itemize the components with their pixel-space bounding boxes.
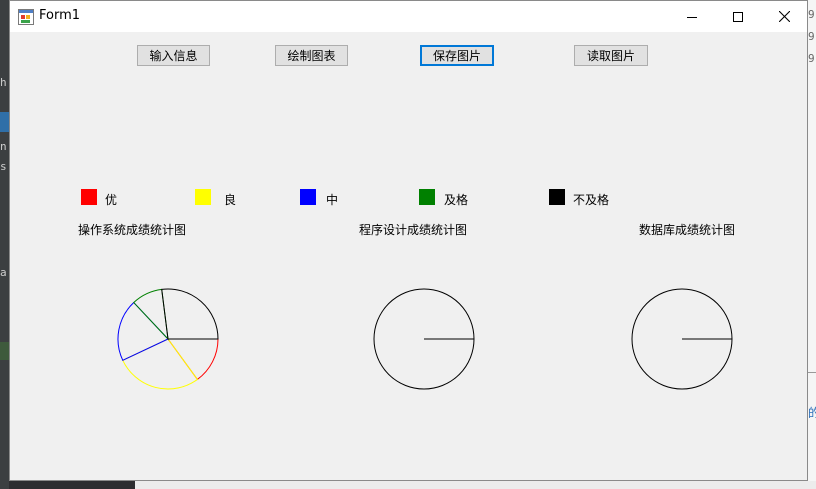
background-ide-right: 9 9 9 的 — [808, 0, 816, 489]
save-image-button[interactable]: 保存图片 — [420, 45, 494, 66]
legend-swatch-excellent — [81, 189, 97, 205]
app-icon — [18, 9, 34, 25]
legend-label-excellent: 优 — [105, 193, 118, 207]
maximize-button[interactable] — [715, 1, 761, 32]
chart-title-database: 数据库成绩统计图 — [639, 223, 736, 237]
title-bar[interactable]: Form1 — [10, 1, 807, 32]
legend-label-medium: 中 — [326, 193, 339, 207]
chart-title-os: 操作系统成绩统计图 — [78, 223, 187, 237]
legend-label-fail: 不及格 — [573, 193, 610, 207]
legend-label-pass: 及格 — [444, 193, 469, 207]
form-client-area: 输入信息 绘制图表 保存图片 读取图片 优 良 中 及格 不及格 操作系统成绩统… — [10, 32, 807, 480]
pie-chart-os — [117, 288, 219, 390]
chart-title-programming: 程序设计成绩统计图 — [359, 223, 468, 237]
legend-swatch-medium — [300, 189, 316, 205]
read-image-button[interactable]: 读取图片 — [574, 45, 648, 66]
legend-label-good: 良 — [224, 193, 237, 207]
window-title: Form1 — [39, 8, 81, 23]
legend-swatch-pass — [419, 189, 435, 205]
maximize-icon — [733, 11, 743, 22]
close-icon — [778, 11, 790, 22]
pie-slice-良 — [122, 338, 199, 390]
pie-slice-不及格 — [161, 288, 219, 340]
close-button[interactable] — [761, 1, 807, 32]
background-ide-bottom — [135, 481, 816, 489]
minimize-button[interactable] — [669, 1, 715, 32]
input-info-button[interactable]: 输入信息 — [137, 45, 210, 66]
legend-swatch-fail — [549, 189, 565, 205]
draw-chart-button[interactable]: 绘制图表 — [275, 45, 348, 66]
legend-swatch-good — [195, 189, 211, 205]
pie-chart-database — [631, 288, 733, 390]
pie-chart-programming — [373, 288, 475, 390]
minimize-icon — [687, 16, 697, 18]
form-window: Form1 输入信息 绘制图表 保存图片 读取图片 优 良 中 及格 不及格 操… — [9, 0, 808, 481]
background-ide-left: h n s. a — [0, 0, 13, 489]
